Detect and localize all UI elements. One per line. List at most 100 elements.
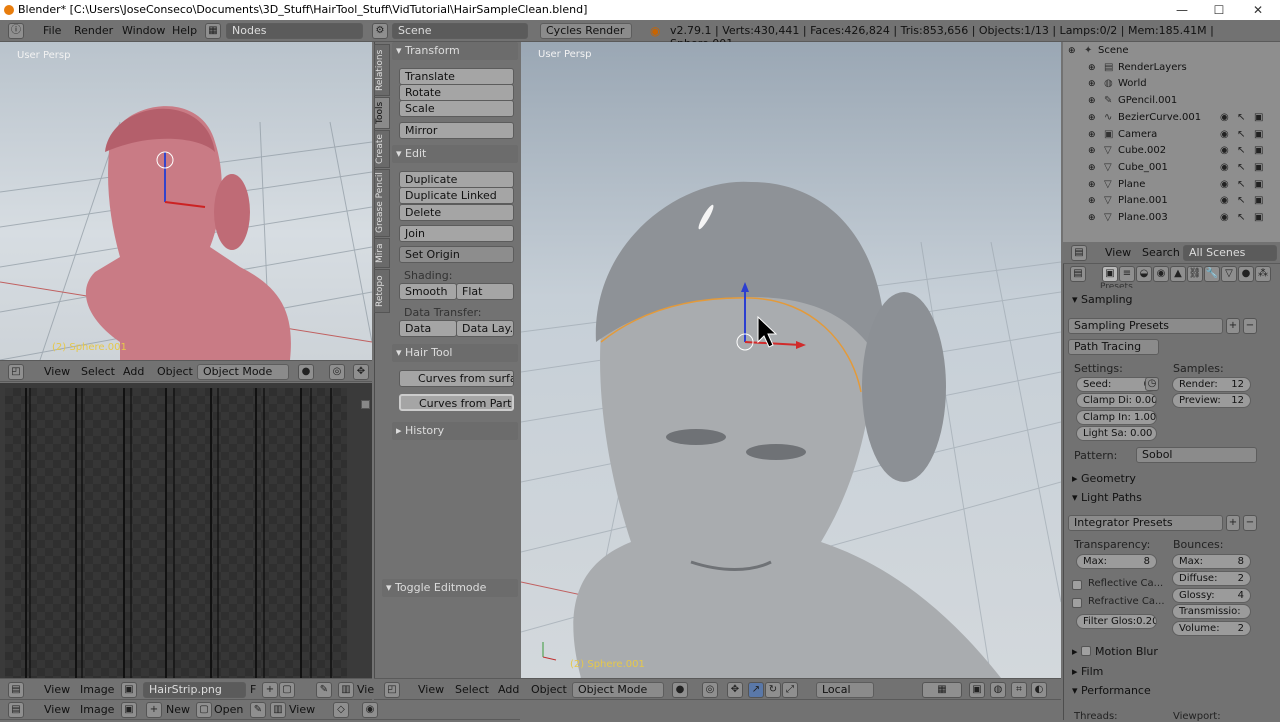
eye-icon[interactable]: ◉ [1220,210,1229,226]
add-integrator-preset-icon[interactable]: + [1226,515,1240,531]
render-engine-select[interactable]: Cycles Render [540,23,632,39]
editor-type-node-icon[interactable]: ▤ [8,702,24,718]
refractive-caustics-checkbox[interactable] [1072,598,1082,608]
close-icon[interactable]: ✕ [1240,0,1276,20]
cursor-icon[interactable]: ↖ [1237,210,1245,226]
screen-layout-icon[interactable]: ▦ [205,23,221,39]
sampling-presets-menu[interactable]: Sampling Presets [1068,318,1223,334]
image-menu-view[interactable]: View [44,683,70,696]
node-open-icon[interactable]: ▢ [196,702,212,718]
add-preset-icon[interactable]: + [1226,318,1240,334]
translate-manipulator-icon[interactable]: ↗ [748,682,764,698]
transform-orientation-select[interactable]: Local [816,682,874,698]
cursor-icon[interactable]: ↖ [1237,110,1245,126]
integrator-presets-menu[interactable]: Integrator Presets [1068,515,1223,531]
panel-transform-header[interactable]: ▾ Transform [392,42,518,60]
tab-mira[interactable]: Mira [374,238,390,268]
proportional-edit-icon[interactable]: ◍ [990,682,1006,698]
left-menu-view[interactable]: View [44,365,70,378]
left-shading-icon[interactable]: ● [298,364,314,380]
remove-preset-icon[interactable]: − [1243,318,1257,334]
panel-history-header[interactable]: ▸ History [392,422,518,440]
constraints-tab-icon[interactable]: ⛓ [1187,266,1203,282]
outliner-editor-icon[interactable]: ▤ [1071,245,1087,261]
main-editor-type-icon[interactable]: ◰ [384,682,400,698]
camera-render-icon[interactable]: ▣ [1254,143,1263,159]
translate-button[interactable]: Translate [399,68,514,85]
main-menu-object[interactable]: Object [531,683,567,696]
image-open-icon[interactable]: ▢ [279,682,295,698]
left-pivot-icon[interactable]: ◎ [329,364,345,380]
image-editor-toolbar-toggle[interactable] [361,400,370,409]
join-button[interactable]: Join [399,225,514,242]
image-fake-user-toggle[interactable]: F [250,683,256,696]
outliner-item[interactable]: ⊕ ▽ Plane.001 ◉ ↖ ▣ [1064,193,1279,209]
left-manipulator-icon[interactable]: ✥ [353,364,369,380]
main-menu-add[interactable]: Add [498,683,519,696]
volume-bounces-field[interactable]: Volume: 2 [1172,621,1251,636]
camera-render-icon[interactable]: ▣ [1254,210,1263,226]
camera-render-icon[interactable]: ▣ [1254,127,1263,143]
outliner-item[interactable]: ⊕ ▣ Camera ◉ ↖ ▣ [1064,127,1279,143]
integrator-method-select[interactable]: Path Tracing [1068,339,1159,355]
minimize-icon[interactable]: — [1164,0,1200,20]
scale-manipulator-icon[interactable]: ⤢ [782,682,798,698]
filter-glossy-field[interactable]: Filter Glos:0.20 [1076,614,1157,629]
main-mode-select[interactable]: Object Mode [572,682,664,698]
render-tab-icon[interactable]: ▣ [1102,266,1118,282]
camera-render-icon[interactable]: ▣ [1254,177,1263,193]
editor-type-3dview-icon[interactable]: ◰ [8,364,24,380]
eye-icon[interactable]: ◉ [1220,143,1229,159]
main-3d-viewport[interactable]: User Persp (2) Sphere.001 [521,42,1061,678]
light-paths-panel-header[interactable]: ▾ Light Paths [1068,489,1276,507]
node-pin-icon[interactable]: ✎ [250,702,266,718]
expand-icon[interactable]: ⊕ [1088,177,1096,193]
motion-blur-checkbox[interactable] [1081,646,1092,656]
object-tab-icon[interactable]: ▲ [1170,266,1186,282]
motion-blur-panel-header[interactable]: ▸ Motion Blur [1068,643,1276,661]
diffuse-bounces-field[interactable]: Diffuse: 2 [1172,571,1251,586]
tab-create[interactable]: Create [374,130,390,168]
material-tab-icon[interactable]: ● [1238,266,1254,282]
delete-button[interactable]: Delete [399,204,514,221]
node-open-button[interactable]: Open [214,703,243,716]
main-menu-view[interactable]: View [418,683,444,696]
data-transfer-button[interactable]: Data [399,320,457,337]
set-origin-menu[interactable]: Set Origin [399,246,514,263]
image-mode-icon[interactable]: ▥ [338,682,354,698]
mirror-button[interactable]: Mirror [399,122,514,139]
outliner-item[interactable]: ⊕ ✎ GPencil.001 [1064,93,1279,109]
scale-button[interactable]: Scale [399,100,514,117]
expand-icon[interactable]: ⊕ [1088,160,1096,176]
data-layout-button[interactable]: Data Lay... [456,320,514,337]
curves-from-particles-button[interactable]: Curves from Particl... [399,394,514,411]
image-new-icon[interactable]: + [262,682,278,698]
light-sampling-threshold-field[interactable]: Light Sa: 0.00 [1076,426,1157,441]
reflective-caustics-checkbox[interactable] [1072,580,1082,590]
panel-hairtool-header[interactable]: ▾ Hair Tool [392,344,518,362]
expand-icon[interactable]: ⊕ [1088,60,1096,76]
node-new-icon[interactable]: + [146,702,162,718]
rotate-button[interactable]: Rotate [399,84,514,101]
transmission-bounces-field[interactable]: Transmissio:8 [1172,604,1251,619]
renderlayer-tab-icon[interactable]: ≡ [1119,266,1135,282]
expand-icon[interactable]: ⊕ [1088,76,1096,92]
left-menu-add[interactable]: Add [123,365,144,378]
world-tab-icon[interactable]: ◉ [1153,266,1169,282]
eye-icon[interactable]: ◉ [1220,110,1229,126]
menu-help[interactable]: Help [172,24,197,37]
outliner-item[interactable]: ⊕ ▽ Plane ◉ ↖ ▣ [1064,177,1279,193]
tab-grease-pencil[interactable]: Grease Pencil [374,169,390,237]
image-browse-icon[interactable]: ▣ [121,682,137,698]
node-mode-icon[interactable]: ▥ [270,702,286,718]
duplicate-linked-button[interactable]: Duplicate Linked [399,187,514,204]
cursor-icon[interactable]: ↖ [1237,160,1245,176]
tab-relations[interactable]: Relations [374,44,390,96]
cursor-icon[interactable]: ↖ [1237,193,1245,209]
expand-icon[interactable]: ⊕ [1088,110,1096,126]
outliner-menu-view[interactable]: View [1105,246,1131,259]
modifiers-tab-icon[interactable]: 🔧 [1204,266,1220,282]
editor-type-image-icon[interactable]: ▤ [8,682,24,698]
left-3d-viewport[interactable]: User Persp (2) Sphere.001 [0,42,372,360]
expand-icon[interactable]: ⊕ [1088,193,1096,209]
